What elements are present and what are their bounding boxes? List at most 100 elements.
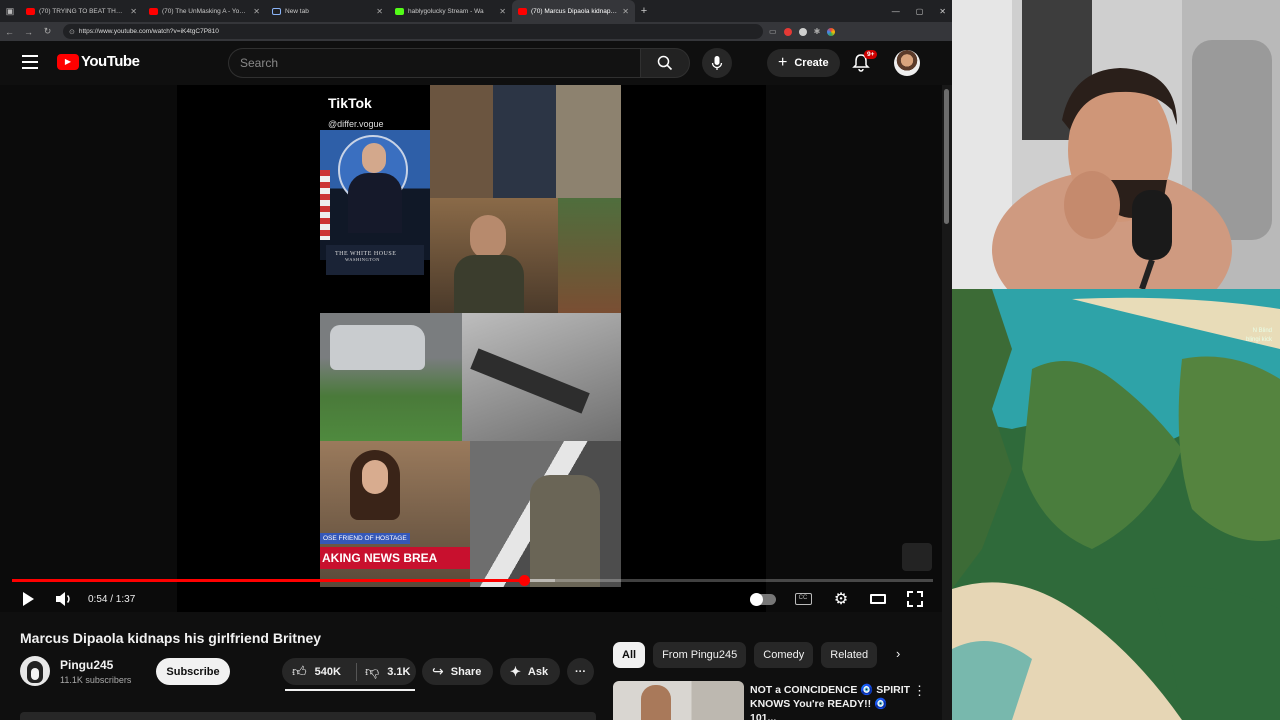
close-window-icon[interactable]: ✕ — [939, 7, 946, 16]
extension-color-icon[interactable] — [827, 27, 836, 36]
screen: ▣ (70) TRYING TO BEAT THE SLICE ✕ (70) T… — [0, 0, 1280, 720]
tab-close-icon[interactable]: ✕ — [130, 7, 137, 16]
webcam-feed — [952, 0, 1280, 289]
podium-text: THE WHITE HOUSE WASHINGTON — [335, 251, 397, 262]
channel-name[interactable]: Pingu245 — [60, 658, 113, 672]
captions-button[interactable]: CC — [794, 589, 812, 609]
tab-title: New tab — [285, 7, 309, 15]
collage-person-body — [454, 255, 524, 313]
extension-gray-icon[interactable] — [798, 27, 807, 36]
tab-close-icon[interactable]: ✕ — [499, 7, 506, 16]
chip-from-channel[interactable]: From Pingu245 — [653, 642, 747, 668]
thumbs-up-icon: 👍︎ — [292, 663, 307, 679]
create-button[interactable]: + Create — [767, 49, 840, 77]
tab-close-icon[interactable]: ✕ — [376, 7, 383, 16]
more-vertical-icon[interactable]: ⋮ — [913, 683, 926, 699]
minivan-shape — [330, 325, 425, 370]
scrubber-handle[interactable] — [519, 575, 531, 586]
played-bar — [12, 579, 525, 582]
notifications-button[interactable]: 9+ — [852, 50, 878, 73]
create-label: Create — [794, 57, 829, 69]
search-box — [228, 48, 640, 78]
ask-button[interactable]: ✦ Ask — [500, 658, 561, 685]
share-arrow-icon: ↪ — [432, 663, 444, 679]
scrollbar-thumb[interactable] — [944, 89, 949, 224]
youtube-favicon-icon — [26, 7, 35, 15]
tab-close-icon[interactable]: ✕ — [622, 7, 629, 16]
tab-title: (70) The UnMasking A - YouTube — [162, 7, 250, 15]
notification-badge: 9+ — [864, 50, 878, 59]
fullscreen-icon — [907, 591, 923, 607]
like-button[interactable]: 👍︎ 540K — [282, 663, 356, 680]
more-actions-button[interactable]: ··· — [567, 658, 594, 685]
like-dislike-group: 👍︎ 540K 👎︎ 3.1K — [282, 658, 416, 685]
webcam-scene — [952, 0, 1280, 289]
search-button[interactable] — [640, 48, 690, 78]
forward-arrow-icon[interactable]: → — [19, 27, 38, 37]
hamburger-menu-icon[interactable] — [22, 55, 38, 69]
browser-tab-1[interactable]: (70) TRYING TO BEAT THE SLICE ✕ — [20, 0, 143, 22]
channel-watermark[interactable] — [902, 543, 932, 571]
new-tab-plus-icon[interactable]: + — [635, 5, 653, 17]
youtube-favicon-icon — [518, 7, 527, 15]
recommended-video[interactable]: NOT a COINCIDENCE 🧿 SPIRIT KNOWS You're … — [613, 681, 933, 720]
cc-icon: CC — [794, 593, 812, 605]
dislike-count: 3.1K — [387, 665, 411, 678]
more-horizontal-icon: ··· — [575, 665, 586, 678]
player-letterbox-mid-left — [177, 85, 320, 612]
extension-red-icon[interactable] — [783, 27, 792, 36]
like-ratio-bar — [285, 689, 415, 691]
tab-title: (70) TRYING TO BEAT THE SLICE — [39, 7, 127, 15]
browser-tab-3[interactable]: New tab ✕ — [266, 0, 389, 22]
autoplay-toggle[interactable] — [750, 589, 776, 609]
browser-tab-5[interactable]: (70) Marcus Dipaola kidnaps his ✕ — [512, 0, 635, 22]
chip-all[interactable]: All — [613, 642, 646, 668]
chevron-right-icon[interactable]: › — [896, 646, 900, 661]
chip-related[interactable]: Related — [821, 642, 878, 668]
collage-doorway-still — [558, 198, 621, 313]
youtube-header: ▶ YouTube + Create 9+ — [0, 41, 952, 85]
video-player[interactable]: TikTok @differ.vogue THE WHITE HOUSE WASH… — [0, 85, 942, 612]
minimize-icon[interactable]: — — [892, 7, 900, 16]
puzzle-icon[interactable]: ✱ — [814, 27, 821, 36]
speaker-suit — [348, 173, 402, 233]
subscribe-button[interactable]: Subscribe — [156, 658, 230, 685]
share-button[interactable]: ↪ Share — [422, 658, 494, 685]
back-arrow-icon[interactable]: ← — [0, 27, 19, 37]
reload-icon[interactable]: ↻ — [38, 26, 57, 37]
channel-avatar[interactable] — [20, 656, 50, 686]
url-field[interactable]: ⊙ https://www.youtube.com/watch?v=iK4tgC… — [63, 24, 763, 39]
theater-mode-button[interactable] — [868, 589, 888, 609]
site-info-icon[interactable]: ⊙ — [69, 28, 75, 36]
maximize-icon[interactable]: ▢ — [916, 7, 924, 16]
browser-tab-4[interactable]: hablygolucky Stream - Wa ✕ — [389, 0, 512, 22]
voice-search-button[interactable] — [702, 48, 732, 78]
tiktok-handle: @differ.vogue — [328, 119, 384, 129]
youtube-logo[interactable]: ▶ YouTube — [57, 53, 140, 70]
recommended-title[interactable]: NOT a COINCIDENCE 🧿 SPIRIT KNOWS You're … — [750, 683, 915, 720]
cast-icon[interactable]: ▭ — [769, 27, 777, 36]
fullscreen-button[interactable] — [905, 589, 925, 609]
tab-title: (70) Marcus Dipaola kidnaps his — [531, 7, 619, 15]
search-input[interactable] — [240, 56, 640, 70]
tab-close-icon[interactable]: ✕ — [253, 7, 260, 16]
url-text: https://www.youtube.com/watch?v=iK4tgC7P… — [78, 28, 219, 35]
theater-icon — [870, 594, 886, 604]
youtube-play-logo-icon: ▶ — [57, 53, 79, 70]
window-menu-icon[interactable]: ▣ — [0, 0, 20, 22]
progress-bar[interactable] — [12, 575, 933, 586]
account-avatar[interactable] — [894, 50, 920, 76]
dislike-button[interactable]: 👎︎ 3.1K — [357, 663, 410, 680]
subscriber-count: 11.1K subscribers — [60, 675, 132, 685]
youtube-favicon-icon — [149, 7, 158, 15]
play-button[interactable] — [18, 589, 38, 609]
browser-tab-2[interactable]: (70) The UnMasking A - YouTube ✕ — [143, 0, 266, 22]
settings-button[interactable]: ⚙ — [831, 589, 851, 609]
recommended-thumbnail[interactable] — [613, 681, 744, 720]
page-scrollbar[interactable] — [942, 85, 952, 720]
collage-person-head — [470, 215, 506, 259]
mute-button[interactable] — [54, 589, 74, 609]
chip-comedy[interactable]: Comedy — [754, 642, 814, 668]
share-label: Share — [450, 665, 482, 678]
landscape-scene — [952, 289, 1280, 720]
